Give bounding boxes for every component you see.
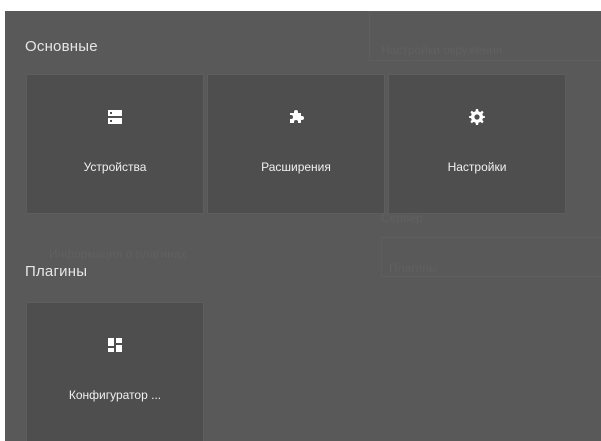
tile-extensions[interactable]: Расширения xyxy=(207,74,385,214)
tile-label: Конфигуратор ... xyxy=(68,388,162,402)
tile-devices[interactable]: Устройства xyxy=(26,74,204,214)
tile-settings[interactable]: Настройки xyxy=(388,74,566,214)
background-hint: Плагины xyxy=(389,261,438,275)
launcher-overlay: Настройки окружения Сервер Информация о … xyxy=(5,11,601,441)
tile-configurator[interactable]: Конфигуратор ... xyxy=(26,302,204,441)
background-hint: Информация о плагинах xyxy=(49,247,187,261)
section-title-plugins: Плагины xyxy=(25,263,88,280)
tile-label: Настройки xyxy=(447,160,507,174)
devices-icon xyxy=(27,109,203,125)
gear-icon xyxy=(389,109,565,125)
tile-label: Устройства xyxy=(83,160,147,174)
section-title-main: Основные xyxy=(25,38,98,55)
background-hint: Настройки окружения xyxy=(381,43,503,57)
tile-label: Расширения xyxy=(261,160,331,174)
dashboard-icon xyxy=(27,337,203,353)
puzzle-icon xyxy=(208,109,384,125)
